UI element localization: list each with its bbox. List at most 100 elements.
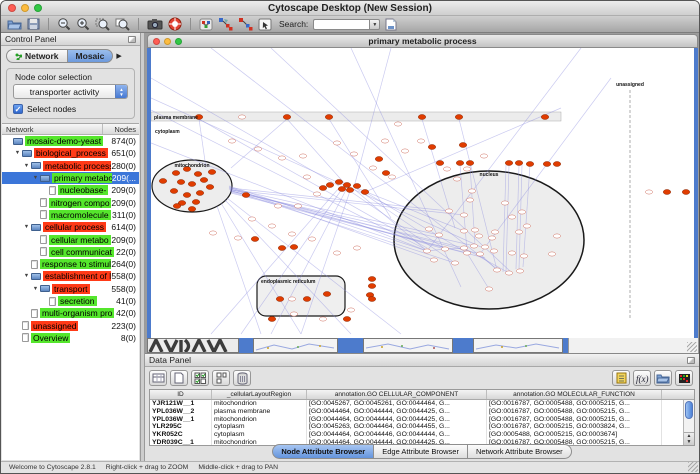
annotation-icon[interactable] [258, 18, 272, 31]
tree-item-label: macromolecule [49, 210, 111, 220]
heatmap-icon[interactable] [675, 370, 693, 386]
node-label [515, 230, 522, 234]
table-row[interactable]: YLR295Ccytoplasm[GO:0045263, GO:0044464,… [150, 423, 694, 431]
snapshot-icon[interactable] [147, 18, 163, 30]
tree-expand-icon[interactable]: ▼ [13, 150, 22, 156]
column-molecular-function[interactable]: annotation.GO MOLECULAR_FUNCTION [487, 390, 662, 399]
network-tree-item[interactable]: secretion41(0) [2, 295, 139, 307]
node-label [468, 189, 475, 193]
network-canvas[interactable]: plasma membranecytoplasmmitochondrionnuc… [147, 48, 698, 338]
minimized-window-thumbnail[interactable] [147, 338, 239, 353]
minimized-window-thumbnail[interactable] [253, 338, 338, 353]
frame-resize-corner[interactable] [568, 338, 698, 353]
tree-expand-icon[interactable]: ▼ [31, 286, 40, 292]
node-color-dropdown[interactable]: transporter activity ▲▼ [13, 84, 128, 99]
vizmapper-icon[interactable] [199, 18, 213, 31]
table-row[interactable]: YPL036W__1mitochondrion[GO:0044464, GO:0… [150, 416, 694, 424]
open-icon[interactable] [7, 18, 22, 30]
float-panel-icon[interactable] [687, 357, 695, 364]
window-resize-grip[interactable] [688, 462, 698, 472]
zoom-selected-icon[interactable] [95, 17, 110, 31]
tab-network-attribute-browser[interactable]: Network Attribute Browser [468, 444, 572, 459]
import-attributes-icon[interactable] [654, 370, 672, 386]
layout-b-icon[interactable] [238, 17, 253, 31]
network-tree-item[interactable]: ▼metabolic process280(0) [2, 160, 139, 172]
table-row[interactable]: YPL036W__2plasma membrane[GO:0044464, GO… [150, 408, 694, 416]
node [543, 162, 550, 167]
network-tree-item[interactable]: cell communicat22(0) [2, 246, 139, 258]
network-tree-item[interactable]: nitrogen compo209(0) [2, 196, 139, 208]
network-graph[interactable]: plasma membranecytoplasmmitochondrionnuc… [151, 48, 698, 338]
network-tree-item[interactable]: ▼primary metabo209(... [2, 172, 139, 184]
tab-network[interactable]: Network [6, 49, 67, 63]
select-all-attributes-icon[interactable] [191, 370, 209, 386]
network-tree-item[interactable]: multi-organism pro42(0) [2, 307, 139, 319]
search-input[interactable]: ▼ [313, 19, 380, 30]
save-icon[interactable] [27, 18, 40, 30]
attribute-table-header[interactable]: ID _cellularLayoutRegion annotation.GO C… [150, 390, 694, 400]
zoom-out-icon[interactable] [57, 17, 71, 31]
tab-mosaic[interactable]: Mosaic [67, 49, 114, 63]
select-nodes-checkbox[interactable]: ✓ [13, 104, 23, 114]
tree-item-node-count: 209(... [112, 173, 139, 183]
table-row[interactable]: YJR121W__1mitochondrion[GO:0045267, GO:0… [150, 400, 694, 408]
attribute-select-icon[interactable] [149, 370, 167, 386]
node-label [480, 154, 487, 158]
help-icon[interactable] [168, 17, 182, 31]
network-view-titlebar[interactable]: primary metabolic process [147, 34, 698, 48]
tab-node-attribute-browser[interactable]: Node Attribute Browser [272, 444, 374, 459]
network-tree-item[interactable]: nucleobase-209(0) [2, 184, 139, 196]
column-cellular-component[interactable]: annotation.GO CELLULAR_COMPONENT [307, 390, 487, 399]
minimized-window-thumbnail[interactable] [473, 338, 563, 353]
zoom-fit-icon[interactable] [115, 17, 130, 31]
network-tree-item[interactable]: unassigned223(0) [2, 319, 139, 331]
tree-expand-icon[interactable]: ▼ [22, 273, 31, 279]
table-scrollbar[interactable]: ▲▼ [683, 400, 694, 445]
status-bar: Welcome to Cytoscape 2.8.1 Right-click +… [1, 461, 699, 473]
node-color-dropdown-value: transporter activity [14, 87, 115, 97]
network-tree-item[interactable]: cellular metabo209(0) [2, 233, 139, 245]
import-document-icon[interactable] [385, 18, 397, 31]
window-titlebar[interactable]: Cytoscape Desktop (New Session) [1, 1, 699, 16]
network-tree-item[interactable]: ▼establishment of lo558(0) [2, 270, 139, 282]
tab-edge-attribute-browser[interactable]: Edge Attribute Browser [374, 444, 468, 459]
node [553, 162, 560, 167]
node [335, 180, 342, 185]
tree-expand-icon[interactable]: ▼ [22, 163, 31, 169]
new-attribute-icon[interactable] [170, 370, 188, 386]
edge [231, 119, 287, 168]
network-tree-item[interactable]: macromolecule311(0) [2, 209, 139, 221]
attribute-list-icon[interactable] [612, 370, 630, 386]
network-tree-item[interactable]: mosaic-demo-yeast874(0) [2, 135, 139, 147]
tree-expand-icon[interactable]: ▼ [22, 224, 31, 230]
scrollbar-thumb[interactable] [685, 401, 693, 419]
node-label [463, 251, 470, 255]
node-label [319, 317, 326, 321]
node [368, 277, 375, 282]
search-dropdown-icon[interactable]: ▼ [369, 19, 380, 30]
node [276, 297, 283, 302]
unselect-all-attributes-icon[interactable] [212, 370, 230, 386]
network-tree-item[interactable]: Overview8(0) [2, 332, 139, 344]
column-id[interactable]: ID [150, 390, 212, 399]
formula-builder-icon[interactable]: f(x) [633, 370, 651, 386]
region-label: nucleus [480, 172, 499, 178]
table-row[interactable]: YKR052Ccytoplasm[GO:0044464, GO:0044446,… [150, 431, 694, 439]
network-tree-item[interactable]: ▼biological_process651(0) [2, 147, 139, 159]
edge [229, 186, 427, 251]
column-region[interactable]: _cellularLayoutRegion [212, 390, 307, 399]
network-tree-item[interactable]: response to stimulu264(0) [2, 258, 139, 270]
node-label [294, 204, 301, 208]
node [290, 245, 297, 250]
node [343, 317, 350, 322]
network-tree-item[interactable]: ▼transport558(0) [2, 283, 139, 295]
minimized-window-thumbnail[interactable] [363, 338, 453, 353]
float-panel-icon[interactable] [128, 36, 136, 43]
delete-attribute-icon[interactable] [233, 370, 251, 386]
more-tabs-icon[interactable]: ▶ [116, 52, 121, 60]
network-tree-item[interactable]: ▼cellular process614(0) [2, 221, 139, 233]
zoom-in-icon[interactable] [76, 17, 90, 31]
layout-a-icon[interactable] [218, 17, 233, 31]
network-desktop: primary metabolic process plasma membran… [145, 33, 699, 461]
tree-expand-icon[interactable]: ▼ [31, 175, 40, 181]
